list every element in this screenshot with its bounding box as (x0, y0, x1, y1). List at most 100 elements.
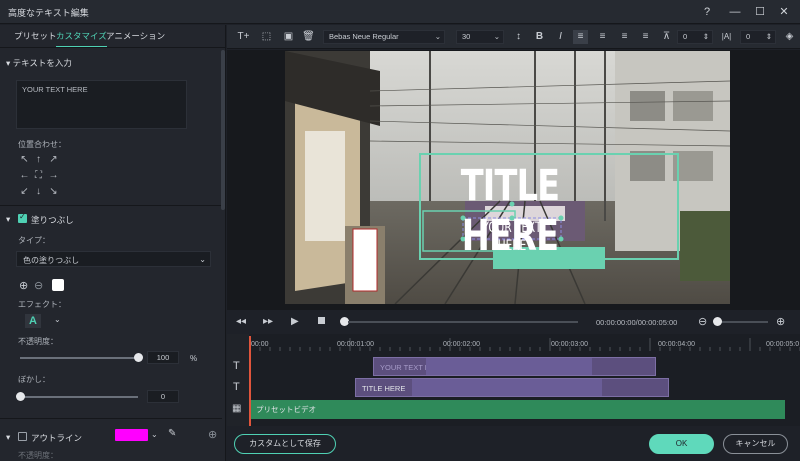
line-spacing-input[interactable]: 0 ⇕ (740, 30, 776, 44)
add-color-icon[interactable]: ⊕ (19, 279, 28, 292)
opacity-unit: % (190, 354, 198, 363)
video-track-icon: ▦ (232, 403, 242, 414)
tab-animation[interactable]: アニメーション (106, 30, 165, 42)
tab-preset[interactable]: プリセット (14, 30, 57, 42)
chevron-down-icon: ⌄ (199, 255, 206, 264)
outline-chevron-icon[interactable]: ⌄ (151, 430, 158, 439)
text-track-icon: T (233, 360, 240, 372)
align-right-text-icon[interactable]: ≡ (617, 30, 632, 44)
effect-icon[interactable]: A (25, 314, 41, 328)
outline-title: アウトライン (31, 433, 83, 443)
timecode: 00:00:00:00/00:00:05:00 (596, 318, 678, 327)
font-value: Bebas Neue Regular (329, 32, 399, 41)
opacity-slider-track[interactable] (20, 357, 138, 359)
scrub-track[interactable] (348, 321, 578, 323)
minimize-icon[interactable]: — (727, 4, 743, 20)
align-center-text-icon[interactable]: ≡ (595, 30, 610, 44)
fill-checkbox[interactable] (18, 212, 27, 223)
align-top-left-icon[interactable]: ↖ (18, 153, 31, 166)
add-outline-icon[interactable]: ⊕ (208, 428, 217, 441)
zoom-out-icon[interactable]: ⊖ (698, 315, 707, 328)
align-bottom-icon[interactable]: ↓ (32, 185, 45, 198)
ruler-label: 00:00:01:00 (337, 341, 374, 348)
timeline-playhead[interactable] (249, 336, 251, 426)
fill-type-select[interactable]: 色の塗りつぶし ⌄ (16, 251, 211, 267)
close-icon[interactable]: ✕ (776, 4, 792, 20)
image-icon[interactable]: ▣ (281, 30, 296, 44)
play-icon[interactable]: ▶ (291, 316, 299, 327)
effect-chevron-icon[interactable]: ⌄ (54, 315, 61, 324)
section-divider (0, 205, 222, 206)
step-forward-icon[interactable]: ▸▸ (263, 316, 273, 327)
layers-icon[interactable]: ◈ (782, 30, 797, 44)
ruler-label: 00:00:05:0 (766, 341, 800, 348)
type-label: タイプ： (18, 236, 50, 245)
justify-text-icon[interactable]: ≡ (638, 30, 653, 44)
text-input[interactable]: YOUR TEXT HERE (16, 80, 187, 129)
align-top-icon[interactable]: ↑ (32, 153, 45, 166)
blur-input[interactable]: 0 (147, 390, 179, 403)
text-section-header[interactable]: ▾ テキストを入力 (6, 57, 72, 69)
baseline-icon[interactable]: ⊼ (659, 30, 674, 44)
left-scrollbar[interactable] (221, 50, 225, 210)
maximize-icon[interactable]: ☐ (752, 4, 768, 20)
align-top-right-icon[interactable]: ↗ (47, 153, 60, 166)
line-spacing-icon[interactable]: |A| (719, 30, 734, 44)
delete-icon[interactable]: 🗑 (301, 30, 316, 44)
font-size-select[interactable]: 30 ⌄ (456, 30, 504, 44)
zoom-track[interactable] (716, 321, 768, 323)
outline-color-swatch[interactable] (115, 429, 148, 441)
chevron-down-icon: ⌄ (493, 32, 500, 41)
outline-checkbox[interactable] (18, 432, 27, 441)
step-back-icon[interactable]: ◂◂ (236, 316, 246, 327)
align-label: 位置合わせ： (18, 140, 66, 149)
align-bottom-right-icon[interactable]: ↘ (47, 185, 60, 198)
italic-button[interactable]: I (553, 30, 568, 44)
letter-spacing-input[interactable]: 0 ⇕ (677, 30, 713, 44)
help-icon[interactable]: ? (699, 4, 715, 20)
stop-icon[interactable] (318, 317, 325, 324)
timeline-ruler[interactable] (249, 334, 800, 352)
zoom-knob[interactable] (713, 317, 722, 326)
ok-button[interactable]: OK (649, 434, 714, 454)
remove-color-icon[interactable]: ⊖ (34, 279, 43, 292)
align-right-icon[interactable]: → (47, 169, 60, 182)
ruler-label: 00:00:03:00 (551, 341, 588, 348)
clip-selection (412, 379, 602, 396)
opacity-input[interactable]: 100 (147, 351, 179, 364)
ruler-label: 00:00:02:00 (443, 341, 480, 348)
crop-icon[interactable]: ⬚ (259, 30, 274, 44)
opacity-slider-knob[interactable] (134, 353, 143, 362)
zoom-in-icon[interactable]: ⊕ (776, 315, 785, 328)
align-bottom-left-icon[interactable]: ↙ (18, 185, 31, 198)
outline-opacity-label: 不透明度： (18, 451, 58, 460)
eyedropper-icon[interactable]: ✎ (168, 428, 176, 439)
font-select[interactable]: Bebas Neue Regular ⌄ (323, 30, 445, 44)
letter-spacing-value: 0 (683, 32, 688, 41)
section-divider (0, 418, 222, 419)
text-case-icon[interactable]: ↕ (511, 30, 526, 44)
fill-color-swatch[interactable] (52, 279, 64, 291)
timeline-clip-video[interactable]: プリセットビデオ (250, 400, 785, 419)
stepper-icon: ⇕ (765, 32, 772, 41)
add-text-icon[interactable]: T+ (236, 30, 251, 44)
text-section-title: テキストを入力 (12, 58, 72, 68)
video-preview[interactable]: TITLE HERE YOUR TEXT HERE (285, 51, 730, 304)
ruler-ticks (249, 338, 800, 351)
text-input-value: YOUR TEXT HERE (22, 85, 88, 94)
align-left-icon[interactable]: ← (18, 169, 31, 182)
tab-customize[interactable]: カスタマイズ (56, 30, 107, 48)
tab-divider (0, 47, 226, 48)
blur-slider-track[interactable] (20, 396, 138, 398)
save-custom-button[interactable]: カスタムとして保存 (234, 434, 336, 454)
align-center-icon[interactable]: ⛶ (32, 169, 45, 182)
blur-slider-knob[interactable] (16, 392, 25, 401)
cancel-button[interactable]: キャンセル (723, 434, 788, 454)
preview-subtitle-text[interactable]: YOUR TEXT HERE (474, 219, 551, 255)
outline-expand-icon[interactable]: ▾ (6, 432, 10, 443)
bold-button[interactable]: B (532, 30, 547, 44)
fill-expand-icon[interactable]: ▾ (6, 214, 10, 225)
align-left-text-icon[interactable]: ≡ (573, 30, 588, 44)
text-track-icon: T (233, 381, 240, 393)
ruler-label: 00:00 (251, 341, 269, 348)
